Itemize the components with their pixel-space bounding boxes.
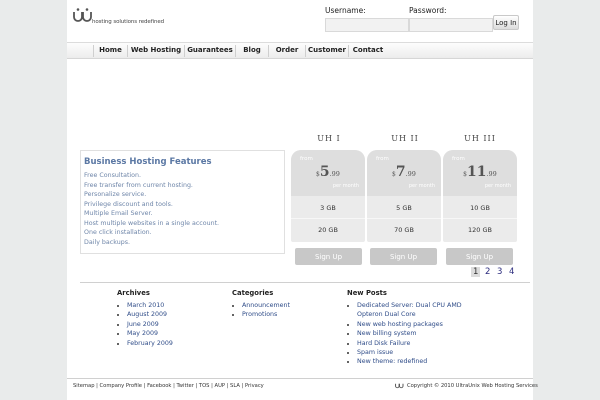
footer-divider bbox=[67, 378, 533, 379]
post-link[interactable]: Hard Disk Failure bbox=[357, 339, 462, 348]
post-link[interactable]: New billing system bbox=[357, 329, 462, 338]
footer-link-facebook[interactable]: Facebook bbox=[147, 383, 171, 389]
price-whole: 7 bbox=[395, 164, 406, 180]
footer-link-privacy[interactable]: Privacy bbox=[245, 383, 264, 389]
plan-card-uh3: from $11.99 per month 10 GB 120 GB bbox=[443, 150, 517, 242]
footer-link-aup[interactable]: AUP bbox=[215, 383, 225, 389]
nav-item-contact[interactable]: Contact bbox=[349, 43, 387, 58]
archives-section: Archives March 2010 August 2009 June 200… bbox=[117, 289, 173, 348]
plan-bandwidth: 70 GB bbox=[394, 226, 414, 234]
post-link[interactable]: Dedicated Server: Dual CPU AMD bbox=[357, 301, 462, 310]
password-group: Password: bbox=[409, 6, 493, 32]
signup-button-uh1[interactable]: Sign Up bbox=[295, 248, 362, 265]
plan-price: $5.99 bbox=[291, 161, 365, 180]
feature-item: Free Consultation. bbox=[84, 172, 142, 179]
new-posts-section: New Posts Dedicated Server: Dual CPU AMD… bbox=[347, 289, 462, 367]
post-link[interactable]: New theme: redefined bbox=[357, 357, 462, 366]
features-title: Business Hosting Features bbox=[84, 157, 212, 167]
logo-small-icon bbox=[395, 383, 404, 389]
feature-item: Privilege discount and tools. bbox=[84, 200, 173, 208]
plan-price: $7.99 bbox=[367, 161, 441, 180]
page-link-2[interactable]: 2 bbox=[485, 267, 490, 277]
plan-storage: 3 GB bbox=[291, 197, 365, 219]
username-input[interactable] bbox=[325, 18, 409, 32]
feature-item: One click installation. bbox=[84, 229, 152, 236]
price-cents: .99 bbox=[486, 170, 497, 178]
plan-card-uh1: from $5.99 per month 3 GB 20 GB bbox=[291, 150, 365, 242]
footer-links: Sitemap | Company Profile | Facebook | T… bbox=[73, 383, 264, 389]
new-posts-list: Dedicated Server: Dual CPU AMD Opteron D… bbox=[347, 301, 462, 367]
footer-link-twitter[interactable]: Twitter bbox=[176, 383, 193, 389]
price-period: per month bbox=[332, 183, 359, 189]
nav-item-blog[interactable]: Blog bbox=[236, 43, 268, 58]
price-whole: 11 bbox=[467, 164, 487, 180]
plan-bandwidth: 120 GB bbox=[468, 226, 492, 234]
plan-title-uh2: UH II bbox=[391, 134, 419, 143]
feature-item: Free transfer from current hosting. bbox=[84, 181, 193, 189]
page-container: hosting solutions redefined Username: Pa… bbox=[67, 0, 538, 400]
categories-list: Announcement Promotions bbox=[232, 301, 290, 320]
category-link[interactable]: Promotions bbox=[242, 310, 290, 319]
archive-link[interactable]: May 2009 bbox=[127, 329, 173, 338]
username-group: Username: bbox=[325, 6, 409, 32]
feature-item: Multiple Email Server. bbox=[84, 210, 153, 217]
categories-section: Categories Announcement Promotions bbox=[232, 289, 290, 320]
footer-link-company-profile[interactable]: Company Profile bbox=[100, 383, 142, 389]
price-period: per month bbox=[408, 183, 435, 189]
nav-item-order[interactable]: Order bbox=[269, 43, 305, 58]
signup-button-uh2[interactable]: Sign Up bbox=[370, 248, 437, 265]
archives-title: Archives bbox=[117, 289, 150, 297]
new-posts-title: New Posts bbox=[347, 289, 387, 297]
copyright: Copyright © 2010 UltraUnix Web Hosting S… bbox=[395, 382, 538, 389]
password-input[interactable] bbox=[409, 18, 493, 32]
plan-title-uh1: UH I bbox=[317, 134, 341, 143]
plan-price: $11.99 bbox=[443, 161, 517, 180]
page-link-1[interactable]: 1 bbox=[471, 267, 481, 277]
site-logo[interactable]: hosting solutions redefined bbox=[73, 8, 173, 30]
plan-storage: 10 GB bbox=[443, 197, 517, 219]
page-link-3[interactable]: 3 bbox=[497, 267, 502, 277]
login-button[interactable]: Log In bbox=[493, 15, 519, 30]
footer-link-sitemap[interactable]: Sitemap bbox=[73, 383, 95, 389]
nav-item-web-hosting[interactable]: Web Hosting bbox=[128, 43, 184, 58]
archive-link[interactable]: August 2009 bbox=[127, 310, 173, 319]
nav-item-customer[interactable]: Customer bbox=[306, 43, 348, 58]
price-whole: 5 bbox=[319, 164, 330, 180]
category-link[interactable]: Announcement bbox=[242, 301, 290, 310]
plan-card-uh2: from $7.99 per month 5 GB 70 GB bbox=[367, 150, 441, 242]
logo-tagline: hosting solutions redefined bbox=[92, 19, 165, 25]
copyright-text: Copyright © 2010 UltraUnix Web Hosting S… bbox=[407, 383, 538, 389]
archive-link[interactable]: June 2009 bbox=[127, 320, 173, 329]
content-divider bbox=[80, 282, 530, 283]
price-cents: .99 bbox=[329, 170, 340, 178]
post-link[interactable]: New web hosting packages bbox=[357, 320, 462, 329]
feature-item: Personalize service. bbox=[84, 191, 147, 198]
signup-button-uh3[interactable]: Sign Up bbox=[446, 248, 513, 265]
feature-item: Host multiple websites in a single accou… bbox=[84, 219, 220, 227]
password-label: Password: bbox=[409, 6, 447, 15]
plan-storage: 5 GB bbox=[367, 197, 441, 219]
post-link[interactable]: Opteron Dual Core bbox=[357, 310, 462, 319]
price-cents: .99 bbox=[405, 170, 416, 178]
page-link-4[interactable]: 4 bbox=[509, 267, 514, 277]
feature-item: Daily backups. bbox=[84, 238, 130, 246]
price-period: per month bbox=[484, 183, 511, 189]
plan-bandwidth: 20 GB bbox=[318, 226, 338, 234]
footer-link-sla[interactable]: SLA bbox=[230, 383, 240, 389]
archive-link[interactable]: March 2010 bbox=[127, 301, 173, 310]
archives-list: March 2010 August 2009 June 2009 May 200… bbox=[117, 301, 173, 348]
features-list: Free Consultation. Free transfer from cu… bbox=[84, 171, 281, 247]
nav-item-home[interactable]: Home bbox=[94, 43, 127, 58]
footer-link-tos[interactable]: TOS bbox=[199, 383, 210, 389]
categories-title: Categories bbox=[232, 289, 274, 297]
main-nav: Home Web Hosting Guarantees Blog Order C… bbox=[67, 42, 533, 59]
username-label: Username: bbox=[325, 6, 366, 15]
features-box: Business Hosting Features Free Consultat… bbox=[80, 150, 285, 254]
logo-mark-icon bbox=[73, 8, 92, 22]
nav-item-guarantees[interactable]: Guarantees bbox=[185, 43, 235, 58]
plan-title-uh3: UH III bbox=[464, 134, 496, 143]
post-link[interactable]: Spam issue bbox=[357, 348, 462, 357]
archive-link[interactable]: February 2009 bbox=[127, 339, 173, 348]
